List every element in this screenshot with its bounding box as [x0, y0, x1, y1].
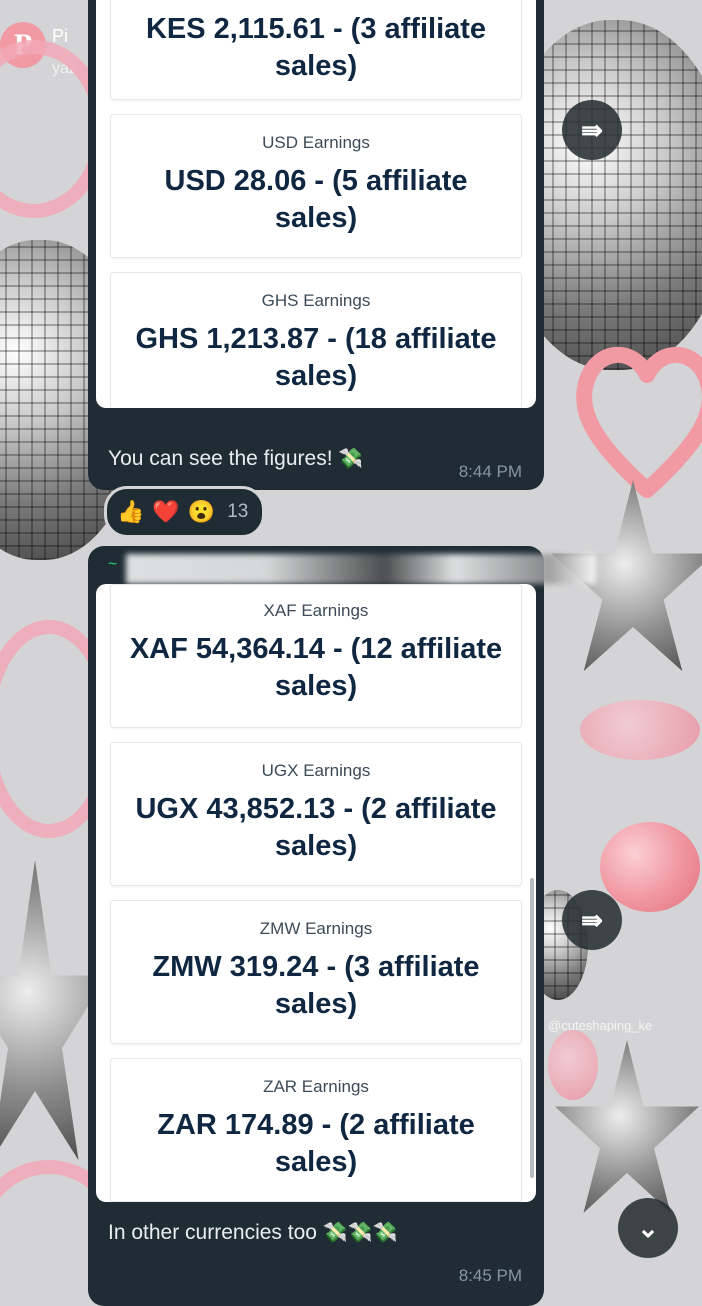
earnings-card: XAF Earnings XAF 54,364.14 - (12 affilia… [110, 584, 522, 728]
forward-button[interactable]: ⇛ [562, 100, 622, 160]
red-heart-icon: ❤️ [152, 499, 180, 524]
message-time: 8:45 PM [458, 1266, 522, 1285]
earnings-value: UGX 43,852.13 - (2 affiliate sales) [135, 793, 497, 862]
surprised-face-icon: 😮 [187, 499, 216, 524]
forward-icon: ⇛ [581, 114, 603, 145]
earnings-title: ZMW Earnings [259, 919, 373, 938]
forward-icon: ⇛ [581, 904, 603, 935]
earnings-card: GHS Earnings GHS 1,213.87 - (18 affiliat… [110, 272, 522, 408]
message-text: You can see the figures! 💸 [108, 446, 363, 471]
forward-button[interactable]: ⇛ [562, 890, 622, 950]
earnings-value: GHS 1,213.87 - (18 affiliate sales) [135, 323, 497, 392]
chevron-down-icon: ⌄ [637, 1212, 659, 1243]
earnings-title: GHS Earnings [261, 291, 371, 310]
earnings-card: ZMW Earnings ZMW 319.24 - (3 affiliate s… [110, 900, 522, 1044]
wallpaper-watermark: @cuteshaping_ke [548, 1018, 653, 1033]
earnings-title: USD Earnings [262, 133, 370, 152]
message-caption: You can see the figures! [108, 447, 333, 470]
message-caption: In other currencies too [108, 1221, 317, 1244]
earnings-title: XAF Earnings [263, 601, 369, 620]
earnings-card: UGX Earnings UGX 43,852.13 - (2 affiliat… [110, 742, 522, 886]
reaction-count: 13 [227, 501, 249, 522]
earnings-value: ZAR 174.89 - (2 affiliate sales) [157, 1109, 475, 1178]
sender-name[interactable]: ~ [108, 556, 117, 574]
message-image[interactable]: XAF Earnings XAF 54,364.14 - (12 affilia… [96, 584, 536, 1202]
earnings-card: KES 2,115.61 - (3 affiliate sales) [110, 0, 522, 100]
money-wings-icon: 💸 [338, 448, 364, 470]
message-bubble[interactable]: ~ XAF Earnings XAF 54,364.14 - (12 affil… [88, 546, 596, 1306]
earnings-card: ZAR Earnings ZAR 174.89 - (2 affiliate s… [110, 1058, 522, 1202]
sender-header[interactable]: ~ [108, 552, 596, 584]
earnings-value: ZMW 319.24 - (3 affiliate sales) [152, 951, 480, 1020]
bow-decoration [580, 700, 700, 760]
earnings-card: USD Earnings USD 28.06 - (5 affiliate sa… [110, 114, 522, 258]
scroll-to-bottom-button[interactable]: ⌄ [618, 1198, 678, 1258]
image-scrollbar[interactable] [530, 878, 534, 1178]
message-image[interactable]: KES 2,115.61 - (3 affiliate sales) USD E… [96, 0, 536, 408]
redacted-sender-blur [126, 554, 596, 584]
earnings-value: KES 2,115.61 - (3 affiliate sales) [145, 13, 487, 82]
thumbs-up-icon: 👍 [117, 499, 145, 524]
pink-decoration [548, 1030, 598, 1100]
money-wings-icon: 💸💸💸 [322, 1222, 398, 1244]
message-text: In other currencies too 💸💸💸 [108, 1220, 398, 1245]
cherry-decoration [600, 822, 700, 912]
message-time: 8:44 PM [458, 462, 522, 481]
star-decoration [551, 480, 702, 672]
earnings-title: UGX Earnings [261, 761, 371, 780]
heart-decoration [576, 346, 702, 498]
earnings-value: XAF 54,364.14 - (12 affiliate sales) [129, 633, 503, 702]
message-bubble[interactable]: KES 2,115.61 - (3 affiliate sales) USD E… [88, 0, 544, 490]
reactions-bar[interactable]: 👍 ❤️ 😮 13 [104, 486, 266, 538]
earnings-value: USD 28.06 - (5 affiliate sales) [164, 165, 468, 234]
earnings-title: ZAR Earnings [263, 1077, 369, 1096]
